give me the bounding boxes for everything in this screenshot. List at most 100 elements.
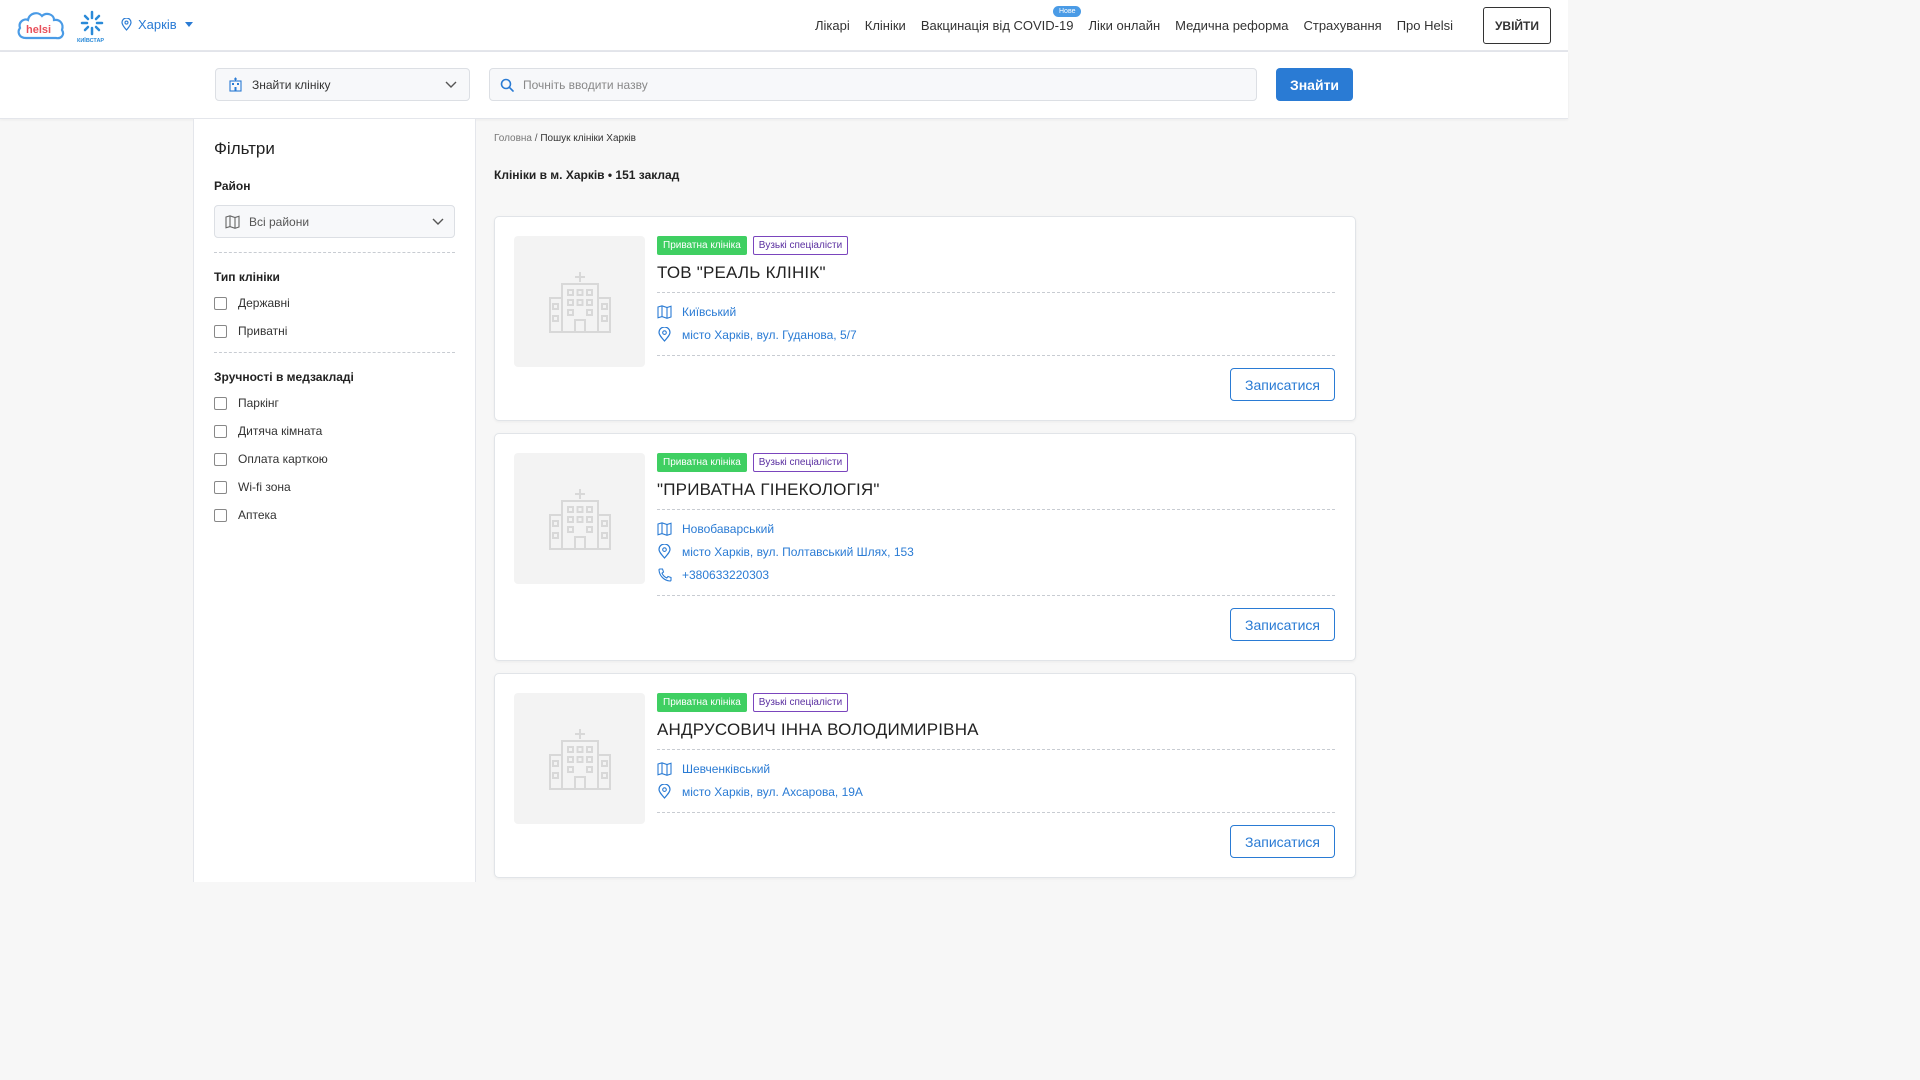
chevron-down-icon [445,81,457,89]
divider [657,595,1335,596]
login-button[interactable]: УВІЙТИ [1483,7,1551,44]
find-button[interactable]: Знайти [1276,68,1353,101]
hospital-building-icon [548,488,611,550]
search-input[interactable] [523,77,1223,92]
checkbox[interactable] [214,396,227,410]
nav-medical-reform[interactable]: Медична реформа [1175,18,1288,33]
results-title: Клініки в м. Харків • 151 заклад [494,168,680,182]
location-pin-icon [121,18,132,31]
search-type-select[interactable]: Знайти клініку [215,68,470,101]
nav-vaccination-label: Вакцинація від COVID-19 [920,18,1074,33]
filters-sidebar: Фільтри Район Всі райони Тип клініки Дер… [193,119,476,882]
district-select[interactable]: Всі райони [214,205,455,238]
city-selector[interactable]: Харків [121,17,193,32]
clinic-address[interactable]: місто Харків, вул. Полтавський Шлях, 153 [657,543,914,560]
clinic-name[interactable]: ТОВ "РЕАЛЬ КЛІНІК" [657,263,826,283]
checkbox[interactable] [214,296,227,310]
nav-vaccination[interactable]: Вакцинація від COVID-19 Нове [920,6,1082,33]
hospital-building-icon [548,271,611,333]
search-icon [500,78,514,92]
clinic-image-placeholder [514,236,645,367]
clinic-image-placeholder [514,693,645,824]
city-name: Харків [138,17,177,32]
breadcrumb: Головна / Пошук клініки Харків [494,133,636,144]
checkbox[interactable] [214,480,227,494]
checkbox-label: Дитяча кімната [238,424,323,438]
clinic-phone[interactable]: +380633220303 [657,566,914,583]
divider [657,749,1335,750]
map-icon [657,304,672,319]
address-text: місто Харків, вул. Гуданова, 5/7 [682,327,857,342]
clinic-name[interactable]: АНДРУСОВИЧ ІННА ВОЛОДИМИРІВНА [657,720,979,740]
checkbox-label: Приватні [238,324,288,338]
clinic-tags: Приватна клініка Вузькі спеціалісти [657,236,849,255]
divider [657,812,1335,813]
checkbox[interactable] [214,452,227,466]
filter-type-private[interactable]: Приватні [214,324,455,338]
location-pin-icon [657,784,672,799]
specialists-tag: Вузькі спеціалісти [752,693,849,712]
breadcrumb-home[interactable]: Головна [494,133,532,144]
checkbox-label: Державні [238,296,290,310]
clinic-image-placeholder [514,453,645,584]
search-type-label: Знайти клініку [252,77,331,92]
kyivstar-logo-text: КИЇВСТАР [77,37,104,44]
divider [657,509,1335,510]
clinic-district[interactable]: Новобаварський [657,520,914,537]
filter-pharmacy[interactable]: Аптека [214,508,455,522]
clinic-address[interactable]: місто Харків, вул. Гуданова, 5/7 [657,326,857,343]
district-select-value: Всі райони [249,214,310,229]
clinic-district[interactable]: Київський [657,303,857,320]
nav-about[interactable]: Про Helsi [1397,18,1453,33]
filter-card-payment[interactable]: Оплата карткою [214,452,455,466]
address-text: місто Харків, вул. Полтавський Шлях, 153 [682,544,914,559]
book-appointment-button[interactable]: Записатися [1230,825,1335,858]
divider [657,292,1335,293]
breadcrumb-current: Пошук клініки Харків [540,133,636,144]
nav-insurance[interactable]: Страхування [1303,18,1381,33]
map-icon [225,214,240,229]
hospital-icon [228,77,243,92]
kyivstar-logo[interactable]: КИЇВСТАР [76,8,108,44]
private-clinic-tag: Приватна клініка [657,453,747,472]
specialists-tag: Вузькі спеціалісти [752,453,849,472]
nav-doctors[interactable]: Лікарі [815,18,850,33]
checkbox[interactable] [214,324,227,338]
book-appointment-button[interactable]: Записатися [1230,608,1335,641]
chevron-down-icon [184,22,193,27]
filters-title: Фільтри [214,139,275,158]
filter-wifi[interactable]: Wi-fi зона [214,480,455,494]
private-clinic-tag: Приватна клініка [657,236,747,255]
district-filter-title: Район [214,179,251,193]
book-appointment-button[interactable]: Записатися [1230,368,1335,401]
clinic-info: Шевченківський місто Харків, вул. Ахсаро… [657,760,863,806]
checkbox-label: Паркінг [238,396,279,410]
clinic-card: Приватна клініка Вузькі спеціалісти "ПРИ… [494,433,1356,661]
specialists-tag: Вузькі спеціалісти [752,236,849,255]
search-bar: Знайти клініку Знайти [0,52,1568,119]
nav-clinics[interactable]: Клініки [865,18,906,33]
checkbox[interactable] [214,424,227,438]
map-icon [657,521,672,536]
search-field [489,68,1257,101]
location-pin-icon [657,327,672,342]
clinic-address[interactable]: місто Харків, вул. Ахсарова, 19А [657,783,863,800]
new-badge: Нове [1053,6,1082,17]
divider [657,355,1335,356]
clinic-district[interactable]: Шевченківський [657,760,863,777]
clinic-card: Приватна клініка Вузькі спеціалісти ТОВ … [494,216,1356,421]
clinic-tags: Приватна клініка Вузькі спеціалісти [657,453,849,472]
clinic-type-filter-title: Тип клініки [214,270,280,284]
nav-medicines-online[interactable]: Ліки онлайн [1088,18,1160,33]
clinic-name[interactable]: "ПРИВАТНА ГІНЕКОЛОГІЯ" [657,480,880,500]
checkbox[interactable] [214,508,227,522]
helsi-logo[interactable]: helsi [16,8,66,44]
location-pin-icon [657,544,672,559]
filter-type-state[interactable]: Державні [214,296,455,310]
map-icon [657,761,672,776]
checkbox-label: Wi-fi зона [238,480,291,494]
filter-parking[interactable]: Паркінг [214,396,455,410]
phone-text: +380633220303 [682,567,770,582]
top-header: helsi КИЇВСТАР Харків Лікарі Клініки Вак… [0,0,1568,52]
filter-kids-room[interactable]: Дитяча кімната [214,424,455,438]
